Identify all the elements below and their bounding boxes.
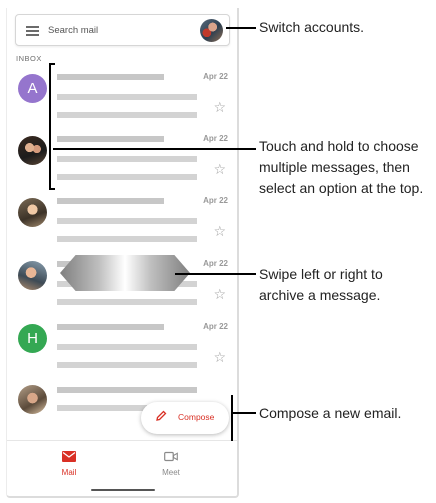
subject-placeholder — [57, 156, 197, 162]
subject-placeholder — [57, 94, 197, 100]
snippet-placeholder — [57, 112, 197, 118]
account-avatar[interactable] — [200, 19, 223, 42]
email-row[interactable]: Apr 22 ☆ — [7, 134, 237, 198]
nav-meet[interactable]: Meet — [141, 451, 201, 477]
email-date: Apr 22 — [203, 72, 228, 81]
sender-avatar — [18, 136, 47, 165]
callout-switch-accounts: Switch accounts. — [259, 19, 365, 35]
callout-line-compose — [231, 412, 256, 414]
email-row[interactable]: Apr 22 ☆ — [7, 196, 237, 260]
search-bar[interactable]: Search mail — [15, 14, 230, 46]
star-icon[interactable]: ☆ — [213, 350, 226, 364]
callout-line-accounts — [226, 27, 256, 29]
nav-meet-label: Meet — [162, 468, 180, 477]
snippet-placeholder — [57, 362, 197, 368]
callout-line-select — [53, 148, 256, 150]
nav-mail-label: Mail — [61, 468, 77, 477]
snippet-placeholder — [57, 236, 197, 242]
email-row[interactable]: A Apr 22 ☆ — [7, 72, 237, 136]
sender-placeholder — [57, 136, 164, 142]
home-indicator[interactable] — [91, 489, 155, 491]
subject-placeholder — [57, 218, 197, 224]
video-icon — [164, 451, 178, 462]
email-date: Apr 22 — [203, 322, 228, 331]
sender-placeholder — [57, 387, 197, 393]
callout-swipe-line2: archive a message. — [259, 287, 381, 303]
callout-bracket-compose — [231, 395, 233, 441]
email-date: Apr 22 — [203, 134, 228, 143]
sender-avatar — [18, 261, 47, 290]
snippet-placeholder — [57, 174, 197, 180]
star-icon[interactable]: ☆ — [213, 100, 226, 114]
swipe-arrow — [60, 255, 190, 291]
callout-select-line2: multiple messages, then — [259, 159, 410, 175]
email-date: Apr 22 — [203, 196, 228, 205]
nav-mail[interactable]: Mail — [39, 451, 99, 477]
email-date: Apr 22 — [203, 259, 228, 268]
sender-placeholder — [57, 324, 164, 330]
snippet-placeholder — [57, 299, 197, 305]
pencil-icon — [156, 410, 167, 421]
sender-avatar: A — [18, 74, 47, 103]
sender-avatar — [18, 385, 47, 414]
subject-placeholder — [57, 405, 147, 411]
gmail-phone-screen: Search mail INBOX A Apr 22 ☆ Apr 22 ☆ Ap… — [6, 8, 239, 498]
compose-label: Compose — [178, 412, 215, 422]
sender-placeholder — [57, 74, 164, 80]
callout-compose: Compose a new email. — [259, 405, 402, 421]
callout-select-line1: Touch and hold to choose — [259, 138, 419, 154]
sender-avatar: H — [18, 324, 47, 353]
star-icon[interactable]: ☆ — [213, 287, 226, 301]
compose-button[interactable]: Compose — [141, 402, 229, 434]
search-input[interactable]: Search mail — [48, 25, 98, 36]
sender-avatar — [18, 198, 47, 227]
sender-placeholder — [57, 198, 164, 204]
email-row[interactable]: H Apr 22 ☆ — [7, 322, 237, 386]
mail-icon — [62, 451, 76, 462]
star-icon[interactable]: ☆ — [213, 224, 226, 238]
callout-swipe-line1: Swipe left or right to — [259, 266, 383, 282]
inbox-label: INBOX — [16, 54, 42, 63]
callout-line-swipe — [175, 273, 256, 275]
selection-bracket — [49, 63, 55, 190]
subject-placeholder — [57, 344, 197, 350]
star-icon[interactable]: ☆ — [213, 162, 226, 176]
menu-icon[interactable] — [26, 26, 39, 36]
callout-select-line3: select an option at the top. — [259, 180, 424, 196]
